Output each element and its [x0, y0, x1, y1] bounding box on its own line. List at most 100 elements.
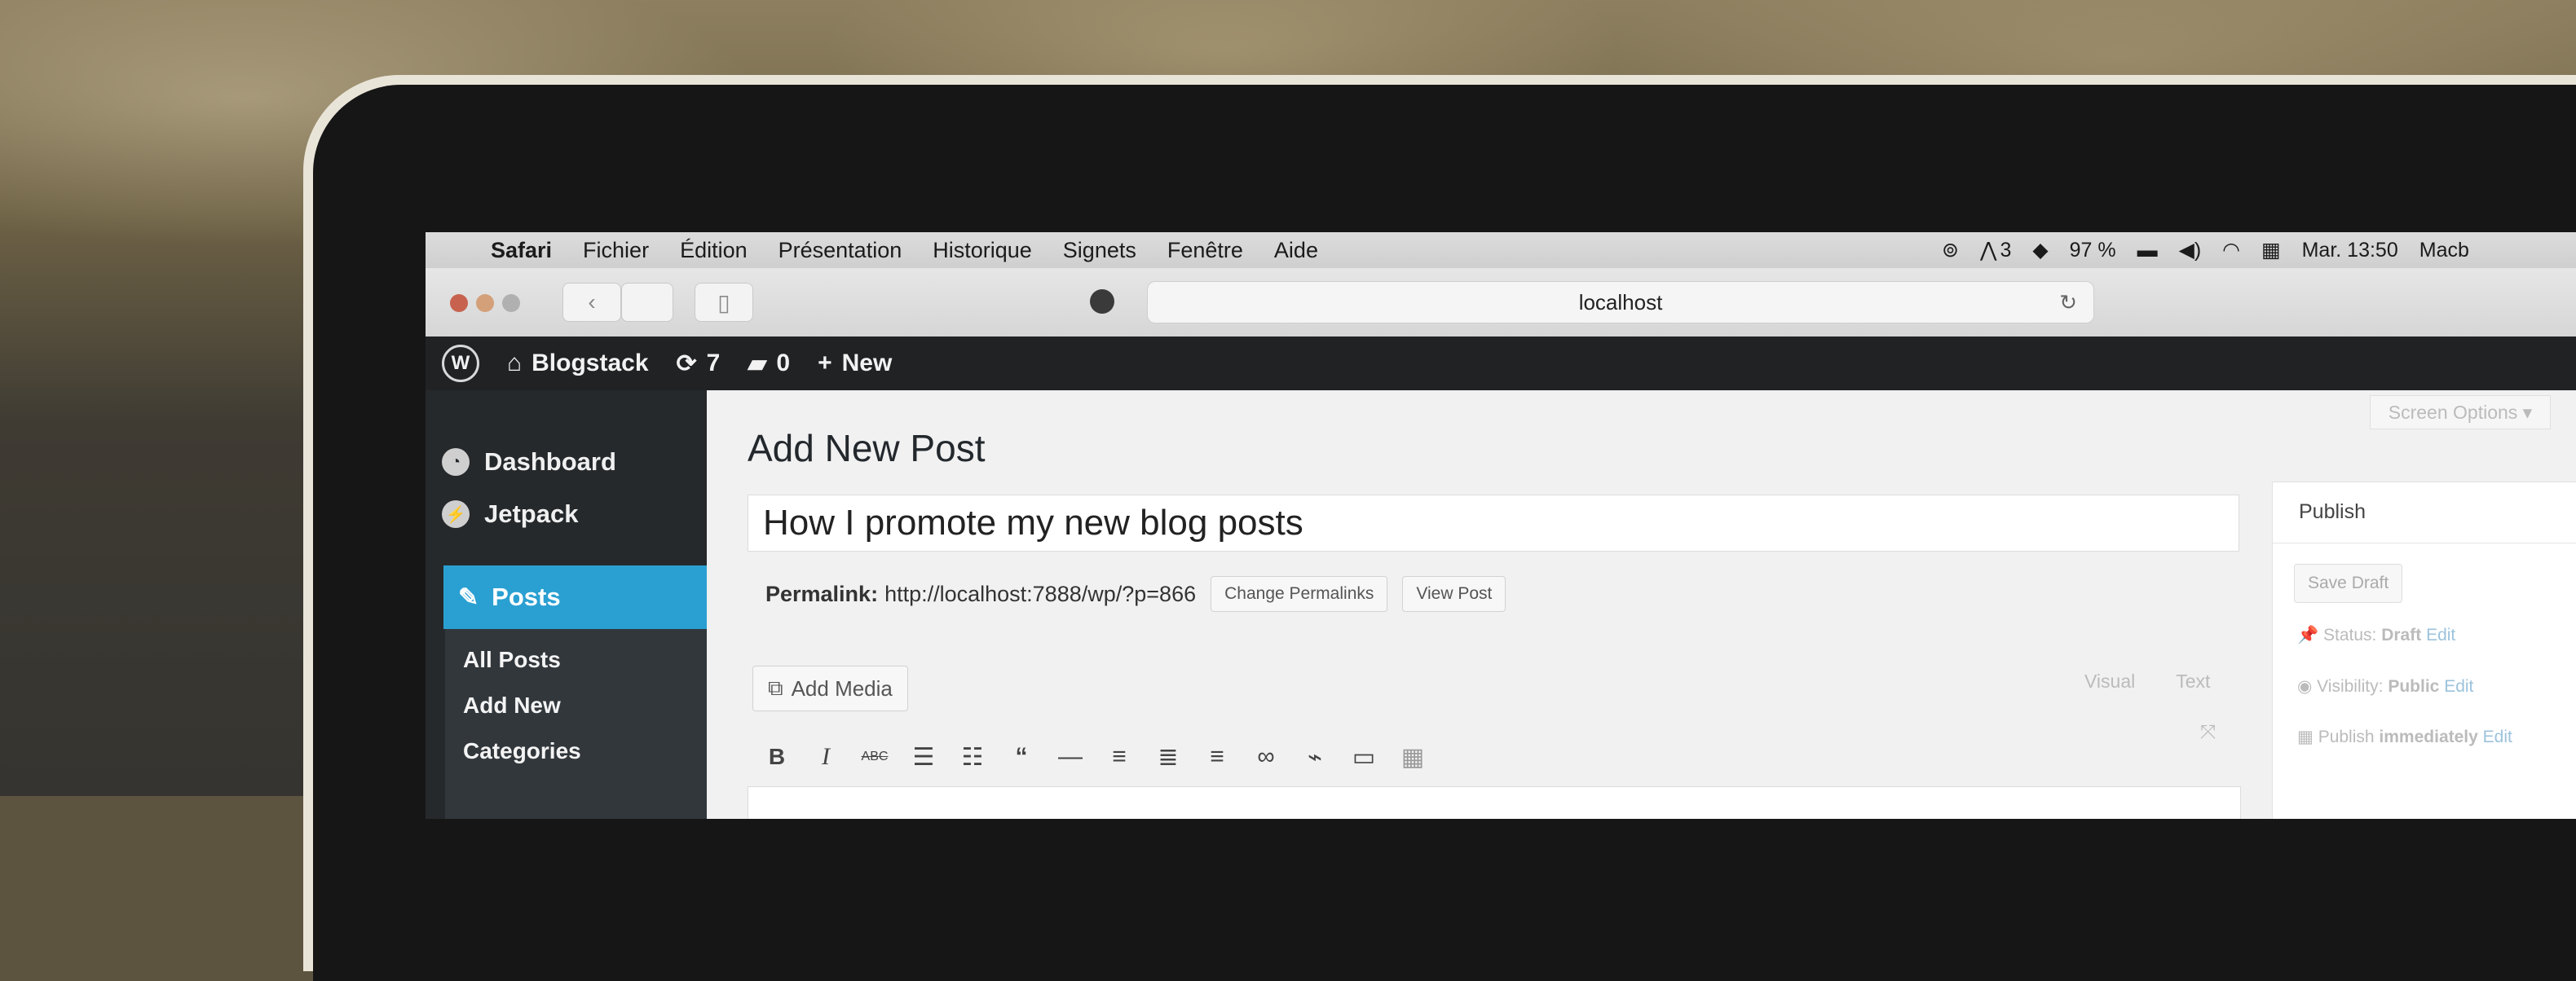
link-icon[interactable]: ∞	[1242, 743, 1290, 771]
editor-toolbar: B I ABC ☰ ☷ “ — ≡ ≣ ≡ ∞ ⌁ ▭ ▦	[752, 734, 1437, 780]
flag-icon[interactable]: ▦	[2261, 238, 2281, 262]
updates-count: 7	[706, 350, 721, 376]
visibility-edit-link[interactable]: Edit	[2444, 677, 2473, 696]
visibility-label: Visibility:	[2317, 677, 2384, 696]
menu-edition[interactable]: Édition	[680, 238, 748, 263]
new-content-link[interactable]: + New	[818, 350, 892, 377]
submenu-all-posts[interactable]: All Posts	[463, 647, 561, 673]
editor-content: Screen Options ▾ Add New Post How I prom…	[707, 390, 2576, 819]
posts-submenu: All Posts Add New Categories	[445, 629, 711, 819]
distraction-free-icon[interactable]: ⤧	[2200, 721, 2216, 744]
battery-percent: 97 %	[2069, 238, 2116, 262]
wordpress-logo-icon[interactable]: W	[442, 345, 479, 382]
wp-admin-bar: W ⌂ Blogstack ⟳ 7 ▰ 0 + New	[426, 337, 2576, 390]
jetpack-icon: ⚡	[442, 500, 470, 528]
dashboard-icon: ◔	[442, 448, 470, 476]
add-media-button[interactable]: ⧉ Add Media	[752, 666, 908, 711]
unlink-icon[interactable]: ⌁	[1290, 743, 1339, 772]
updates-link[interactable]: ⟳ 7	[677, 350, 721, 378]
calendar-icon: ▦	[2297, 728, 2314, 746]
pushpin-icon: ✎	[458, 583, 479, 611]
safari-toolbar: ‹ ▯ localhost ↻	[426, 268, 2576, 337]
extension-icon[interactable]	[1090, 289, 1114, 314]
save-draft-button[interactable]: Save Draft	[2294, 564, 2403, 603]
status-row: 📌 Status: Draft Edit	[2297, 626, 2455, 645]
publish-time-edit-link[interactable]: Edit	[2483, 728, 2512, 746]
reload-icon[interactable]: ↻	[2059, 290, 2077, 315]
site-name: Blogstack	[532, 350, 649, 376]
bold-icon[interactable]: B	[752, 744, 801, 770]
add-media-label: Add Media	[791, 675, 893, 701]
sidebar-toggle-button[interactable]: ▯	[695, 283, 753, 322]
volume-icon[interactable]: ◀)	[2179, 238, 2202, 262]
post-title-input[interactable]: How I promote my new blog posts	[748, 495, 2239, 552]
sidebar-item-label: Dashboard	[484, 447, 616, 476]
tab-visual[interactable]: Visual	[2084, 671, 2135, 692]
status-pin-icon: 📌	[2297, 626, 2319, 644]
menu-status-area: ⊚ ⋀ 3 ◆ 97 % ▬ ◀) ◠ ▦ Mar. 13:50 Macb	[1942, 232, 2490, 268]
post-body-editor[interactable]	[748, 786, 2241, 819]
plus-icon: +	[818, 350, 832, 376]
bullet-list-icon[interactable]: ☰	[899, 743, 948, 772]
updates-icon: ⟳	[676, 350, 697, 377]
dropbox-icon[interactable]: ◆	[2032, 238, 2048, 262]
horizontal-line-icon[interactable]: —	[1046, 743, 1095, 771]
tab-text[interactable]: Text	[2176, 671, 2210, 692]
status-label: Status:	[2323, 626, 2377, 644]
user-name[interactable]: Macb	[2419, 239, 2469, 262]
sidebar-item-posts[interactable]: ✎ Posts	[443, 565, 724, 629]
align-left-icon[interactable]: ≡	[1095, 743, 1144, 771]
screen-options-button[interactable]: Screen Options ▾	[2370, 395, 2551, 429]
permalink-url[interactable]: http://localhost:7888/wp/?p=866	[884, 582, 1196, 607]
site-name-link[interactable]: ⌂ Blogstack	[507, 350, 649, 377]
battery-icon[interactable]: ▬	[2137, 239, 2158, 262]
strikethrough-icon[interactable]: ABC	[850, 750, 899, 764]
address-bar[interactable]: localhost ↻	[1147, 281, 2094, 323]
menu-safari[interactable]: Safari	[491, 238, 552, 263]
numbered-list-icon[interactable]: ☷	[948, 743, 997, 772]
permalink-label: Permalink:	[765, 581, 879, 606]
airplay-icon[interactable]: ⊚	[1942, 238, 1959, 262]
visibility-value: Public	[2388, 677, 2440, 696]
comments-count: 0	[776, 350, 791, 376]
toolbar-toggle-icon[interactable]: ▦	[1388, 743, 1437, 772]
status-value: Draft	[2381, 626, 2422, 644]
close-window-button[interactable]	[450, 294, 468, 312]
sidebar-item-dashboard[interactable]: ◔ Dashboard	[442, 438, 616, 486]
blockquote-icon[interactable]: “	[997, 743, 1046, 771]
menu-fenetre[interactable]: Fenêtre	[1167, 238, 1243, 263]
comment-icon: ▰	[748, 350, 767, 377]
align-center-icon[interactable]: ≣	[1144, 743, 1193, 772]
adobe-icon[interactable]: ⋀ 3	[1980, 238, 2011, 262]
change-permalinks-button[interactable]: Change Permalinks	[1211, 576, 1388, 612]
home-icon: ⌂	[507, 350, 523, 376]
sidebar-item-jetpack[interactable]: ⚡ Jetpack	[442, 490, 578, 539]
back-button[interactable]: ‹	[562, 283, 621, 322]
align-right-icon[interactable]: ≡	[1193, 743, 1242, 771]
view-post-button[interactable]: View Post	[1402, 576, 1506, 612]
wifi-icon[interactable]: ◠	[2222, 238, 2240, 262]
url-text: localhost	[1578, 289, 1663, 315]
publish-heading: Publish	[2299, 500, 2366, 523]
menu-fichier[interactable]: Fichier	[583, 238, 649, 263]
forward-button[interactable]	[621, 283, 673, 322]
status-edit-link[interactable]: Edit	[2426, 626, 2455, 644]
menu-signets[interactable]: Signets	[1063, 238, 1136, 263]
menu-presentation[interactable]: Présentation	[779, 238, 902, 263]
minimize-window-button[interactable]	[476, 294, 494, 312]
visibility-row: ◉ Visibility: Public Edit	[2297, 676, 2473, 697]
comments-link[interactable]: ▰ 0	[748, 350, 790, 378]
zoom-window-button[interactable]	[502, 294, 520, 312]
read-more-icon[interactable]: ▭	[1339, 743, 1388, 772]
submenu-add-new[interactable]: Add New	[463, 693, 561, 719]
submenu-categories[interactable]: Categories	[463, 738, 581, 764]
italic-icon[interactable]: I	[801, 743, 850, 771]
clock[interactable]: Mar. 13:50	[2302, 239, 2398, 262]
editor-tabs: Visual Text	[2084, 671, 2246, 693]
sidebar-item-label: Posts	[492, 583, 561, 611]
menu-historique[interactable]: Historique	[933, 238, 1032, 263]
chevron-left-icon: ‹	[588, 289, 596, 315]
media-icon: ⧉	[768, 675, 783, 700]
menu-aide[interactable]: Aide	[1274, 238, 1318, 263]
page-title: Add New Post	[748, 427, 986, 469]
